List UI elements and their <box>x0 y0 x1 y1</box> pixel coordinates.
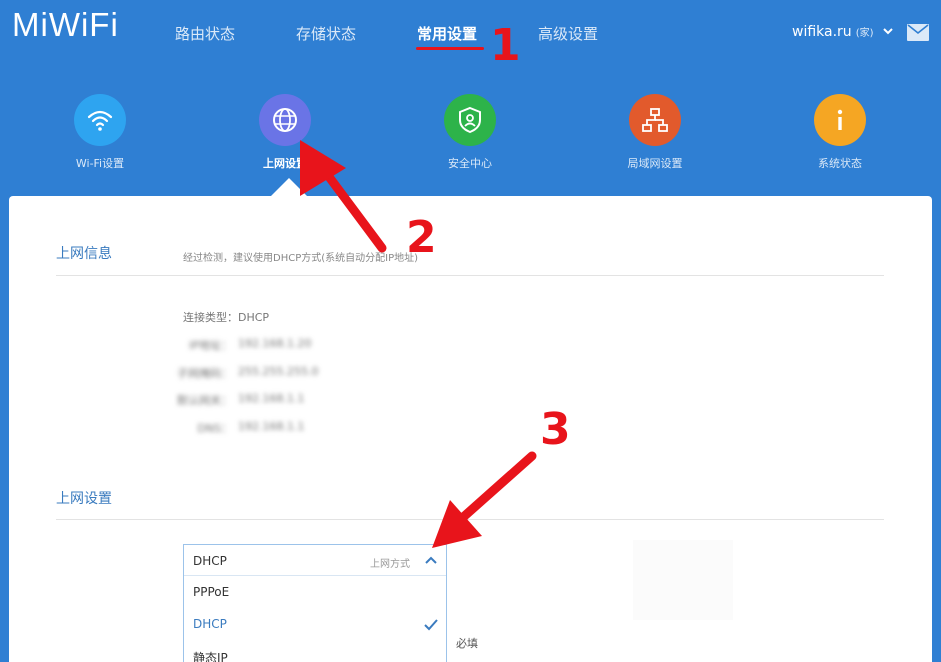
setup-divider <box>56 519 884 520</box>
connection-type-label: 连接类型： <box>183 311 238 324</box>
required-label: 必填 <box>456 637 478 650</box>
quick-security-label: 安全中心 <box>448 157 492 170</box>
connection-type-value: DHCP <box>238 311 270 324</box>
subnet-mask-label: 子网掩码： <box>177 367 232 380</box>
chevron-up-icon[interactable] <box>424 555 438 565</box>
quick-system-label: 系统状态 <box>818 157 862 170</box>
dropdown-option-dhcp[interactable]: DHCP <box>193 617 227 631</box>
dns-label: DNS： <box>197 422 232 435</box>
wifi-icon <box>74 94 126 146</box>
subnet-mask-value: 255.255.255.0 <box>238 365 319 378</box>
checkmark-icon <box>424 619 438 631</box>
dropdown-hint: 上网方式 <box>370 559 410 570</box>
account-name: wifika.ru <box>792 24 852 40</box>
gateway-value: 192.168.1.1 <box>238 392 305 405</box>
dropdown-selected-value: DHCP <box>193 554 227 568</box>
dropdown-header[interactable]: DHCP 上网方式 <box>184 545 446 576</box>
quick-system-status[interactable]: 系统状态 <box>780 94 900 171</box>
quick-wifi-label: Wi-Fi设置 <box>75 157 125 170</box>
miwifi-logo[interactable]: MiWiFi <box>12 6 119 44</box>
top-bar: MiWiFi 路由状态 存储状态 常用设置 高级设置 wifika.ru (家) <box>0 0 941 68</box>
shield-icon <box>444 94 496 146</box>
account-menu[interactable]: wifika.ru (家) <box>792 24 874 40</box>
mail-icon[interactable] <box>907 24 929 41</box>
dropdown-option-pppoe[interactable]: PPPoE <box>193 585 229 599</box>
background-panel <box>633 540 733 620</box>
nav-common-settings[interactable]: 常用设置 <box>417 23 477 44</box>
ip-address-value: 192.168.1.20 <box>238 337 312 350</box>
connection-mode-dropdown[interactable]: DHCP 上网方式 PPPoE DHCP 静态IP <box>183 544 447 662</box>
gateway-label: 默认网关： <box>177 394 232 407</box>
info-divider <box>56 275 884 276</box>
dns-value: 192.168.1.1 <box>238 420 305 433</box>
nav-router-status[interactable]: 路由状态 <box>175 23 235 44</box>
info-section-title: 上网信息 <box>56 246 112 262</box>
network-icon <box>629 94 681 146</box>
info-icon <box>814 94 866 146</box>
nav-advanced-settings[interactable]: 高级设置 <box>538 23 598 44</box>
quick-security-center[interactable]: 安全中心 <box>410 94 530 171</box>
setup-section-title: 上网设置 <box>56 491 112 507</box>
quick-internet-settings[interactable]: 上网设置 <box>225 94 345 171</box>
quick-lan-settings[interactable]: 局域网设置 <box>595 94 715 171</box>
dropdown-option-static-ip[interactable]: 静态IP <box>193 649 228 662</box>
active-pointer-notch <box>270 178 308 197</box>
info-section-desc: 经过检测，建议使用DHCP方式(系统自动分配IP地址) <box>183 253 419 264</box>
nav-storage-status[interactable]: 存储状态 <box>296 23 356 44</box>
quick-lan-label: 局域网设置 <box>627 157 683 170</box>
active-nav-underline <box>416 47 484 50</box>
ip-address-label: IP地址： <box>189 339 232 352</box>
account-tag: (家) <box>855 28 874 39</box>
quick-internet-label: 上网设置 <box>263 157 307 170</box>
chevron-down-icon[interactable] <box>882 25 894 37</box>
globe-icon <box>259 94 311 146</box>
connection-type-row: 连接类型：DHCP <box>183 309 269 325</box>
quick-wifi-settings[interactable]: Wi-Fi设置 <box>40 94 160 171</box>
